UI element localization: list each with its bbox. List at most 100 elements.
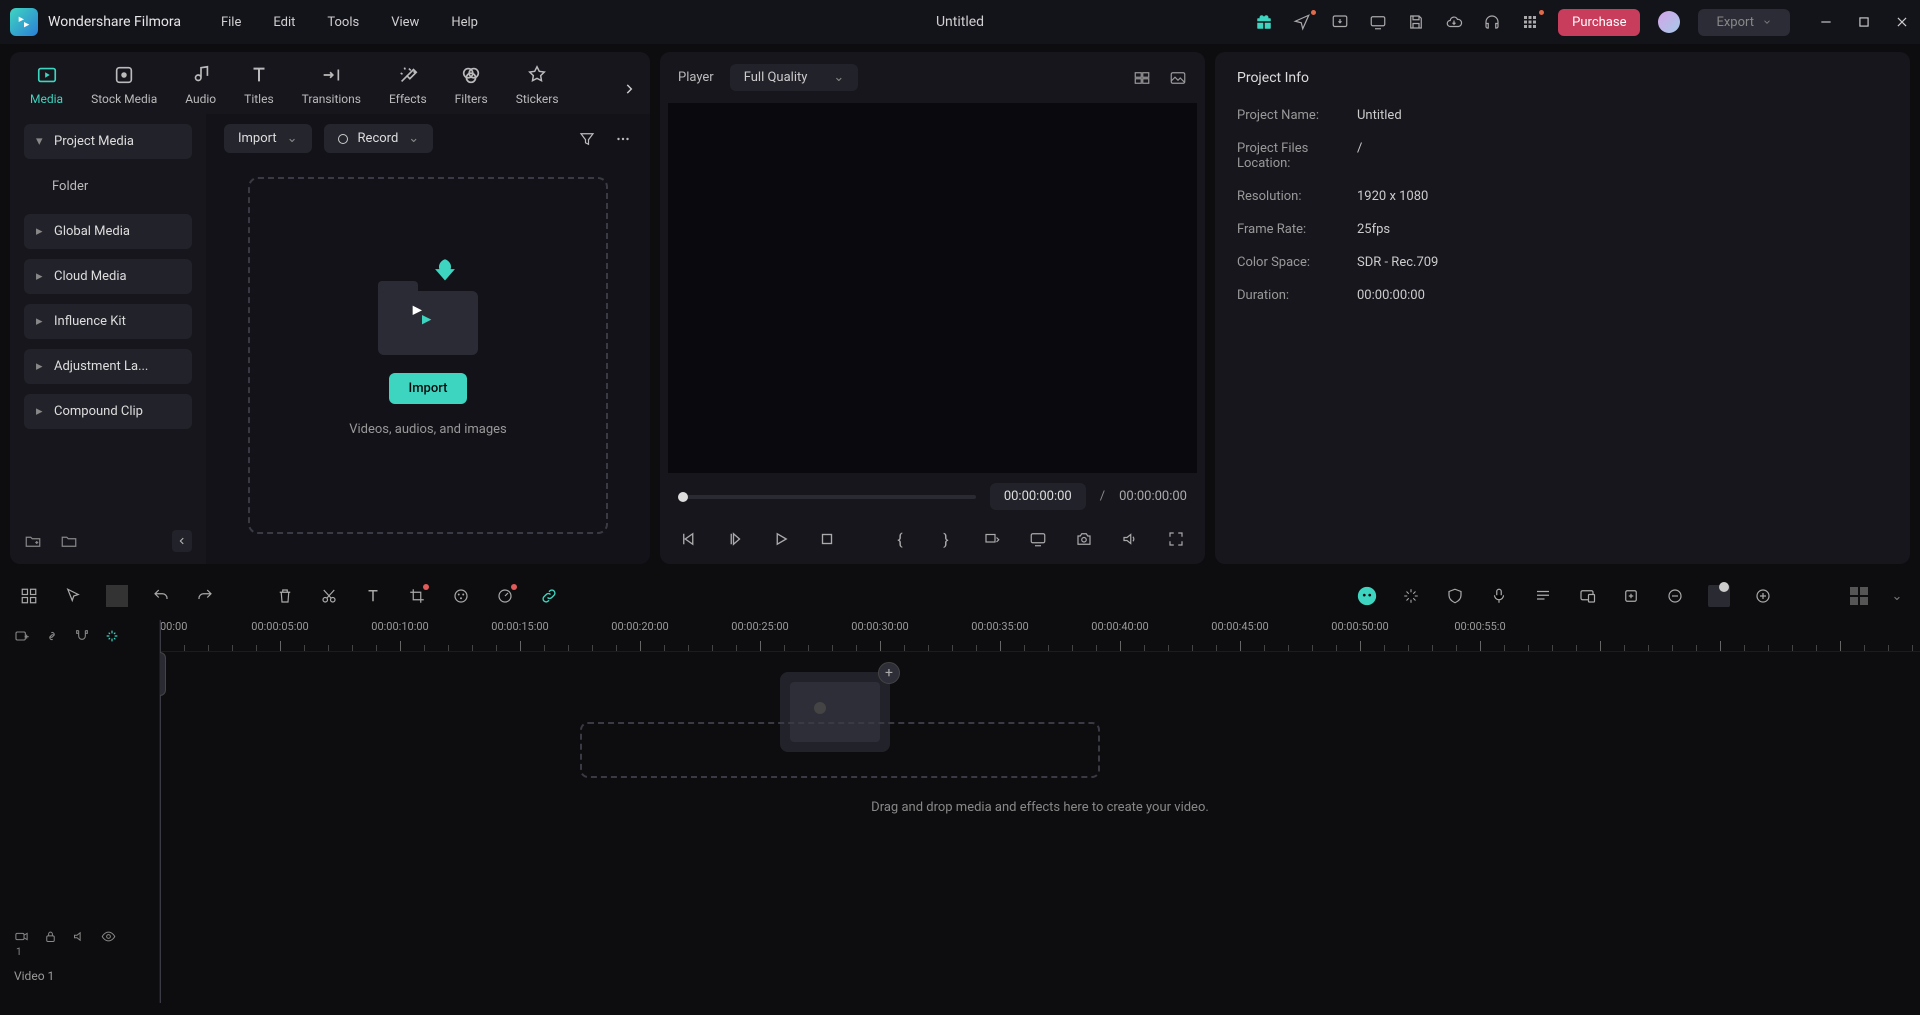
window-maximize-button[interactable] [1856,14,1872,30]
add-media-track-icon[interactable] [14,628,30,644]
tab-audio[interactable]: Audio [185,64,216,106]
tab-effects[interactable]: Effects [389,64,427,106]
info-value: 00:00:00:00 [1357,288,1425,303]
tab-filters[interactable]: Filters [455,64,488,106]
layout-icon[interactable] [18,585,40,607]
import-dropdown[interactable]: Import ⌄ [224,124,312,153]
window-close-button[interactable] [1894,14,1910,30]
mark-in-button[interactable]: { [889,528,911,550]
sidebar-item-adjustment-layer[interactable]: ▸ Adjustment La... [24,349,192,384]
quality-dropdown[interactable]: Full Quality ⌄ [730,64,859,91]
purchase-button[interactable]: Purchase [1558,9,1640,36]
crop-button[interactable] [406,585,428,607]
media-dropzone[interactable]: Import Videos, audios, and images [248,177,608,534]
prev-frame-button[interactable] [678,528,700,550]
color-button[interactable] [450,585,472,607]
timeline-dropzone[interactable] [580,722,1100,778]
camera-icon[interactable]: 1 [14,929,29,959]
scrub-slider[interactable] [678,495,976,499]
mark-out-button[interactable]: } [935,528,957,550]
sidebar-item-folder[interactable]: Folder [24,169,192,204]
collapse-sidebar-button[interactable] [172,530,192,552]
caret-right-icon: ▸ [36,269,46,284]
shield-icon[interactable] [1444,585,1466,607]
tab-stickers[interactable]: Stickers [516,64,559,106]
redo-button[interactable] [194,585,216,607]
headphones-icon[interactable] [1482,12,1502,32]
auto-ripple-icon[interactable] [104,628,120,644]
volume-button[interactable] [1119,528,1141,550]
tab-media[interactable]: Media [30,64,63,106]
folder-icon[interactable] [60,532,78,550]
timeline-options-button[interactable] [1848,585,1870,607]
tabs-scroll-right-button[interactable] [622,82,636,96]
snapshot-button[interactable] [1073,528,1095,550]
menu-edit[interactable]: Edit [273,15,295,30]
device-frame-icon[interactable] [1576,585,1598,607]
cloud-download-icon[interactable] [1444,12,1464,32]
zoom-slider[interactable] [1708,585,1730,607]
marker-icon[interactable] [1620,585,1642,607]
zoom-slider-handle[interactable] [1719,582,1729,592]
timeline-options-chevron-icon[interactable]: ⌄ [1892,585,1902,607]
mute-icon[interactable] [72,929,87,959]
sidebar-item-compound-clip[interactable]: ▸ Compound Clip [24,394,192,429]
menu-file[interactable]: File [221,15,241,30]
captions-icon[interactable] [1532,585,1554,607]
menu-help[interactable]: Help [451,15,478,30]
menu-view[interactable]: View [391,15,419,30]
sidebar-item-global-media[interactable]: ▸ Global Media [24,214,192,249]
speed-button[interactable] [494,585,516,607]
gift-icon[interactable] [1254,12,1274,32]
text-button[interactable] [362,585,384,607]
timeline-ruler[interactable]: 00:00 00:00:05:0000:00:10:0000:00:15:000… [160,620,1920,652]
undo-button[interactable] [150,585,172,607]
record-dropdown[interactable]: Record ⌄ [324,124,434,153]
send-icon[interactable] [1292,12,1312,32]
zoom-out-button[interactable] [1664,585,1686,607]
window-minimize-button[interactable] [1818,14,1834,30]
sidebar-item-project-media[interactable]: ▾ Project Media [24,124,192,159]
delete-button[interactable] [274,585,296,607]
video-viewport[interactable] [668,103,1197,473]
cut-button[interactable] [318,585,340,607]
step-back-button[interactable] [724,528,746,550]
scrub-handle[interactable] [678,492,688,502]
apps-grid-icon[interactable] [1520,12,1540,32]
lock-icon[interactable] [43,929,58,959]
save-icon[interactable] [1406,12,1426,32]
ai-assist-button[interactable] [1356,585,1378,607]
play-button[interactable] [770,528,792,550]
visibility-icon[interactable] [101,929,116,959]
track-header-video-1[interactable]: 1 Video 1 [0,652,159,1003]
layout-grid-icon[interactable] [1133,69,1151,87]
aspect-ratio-button[interactable] [981,528,1003,550]
import-button[interactable]: Import [389,373,468,404]
sidebar-item-influence-kit[interactable]: ▸ Influence Kit [24,304,192,339]
link-button[interactable] [538,585,560,607]
stop-button[interactable] [816,528,838,550]
mic-icon[interactable] [1488,585,1510,607]
zoom-in-button[interactable] [1752,585,1774,607]
download-resources-icon[interactable] [1330,12,1350,32]
new-folder-icon[interactable] [24,532,42,550]
filter-icon[interactable] [578,130,596,148]
add-clip-button[interactable]: + [878,662,900,684]
tab-stock-media[interactable]: Stock Media [91,64,157,106]
image-icon[interactable] [1169,69,1187,87]
fullscreen-button[interactable] [1165,528,1187,550]
sparkle-icon[interactable] [1400,585,1422,607]
tab-titles[interactable]: Titles [244,64,273,106]
export-button[interactable]: Export [1698,9,1790,36]
user-avatar[interactable] [1658,11,1680,33]
menu-tools[interactable]: Tools [327,15,359,30]
link-tracks-icon[interactable] [44,628,60,644]
magnet-icon[interactable] [74,628,90,644]
display-icon[interactable] [1368,12,1388,32]
sidebar-item-cloud-media[interactable]: ▸ Cloud Media [24,259,192,294]
select-tool-icon[interactable] [62,585,84,607]
tab-transitions[interactable]: Transitions [302,64,361,106]
timeline-canvas[interactable]: 00:00 00:00:05:0000:00:10:0000:00:15:000… [160,620,1920,1003]
safe-zone-button[interactable] [1027,528,1049,550]
more-icon[interactable] [614,130,632,148]
